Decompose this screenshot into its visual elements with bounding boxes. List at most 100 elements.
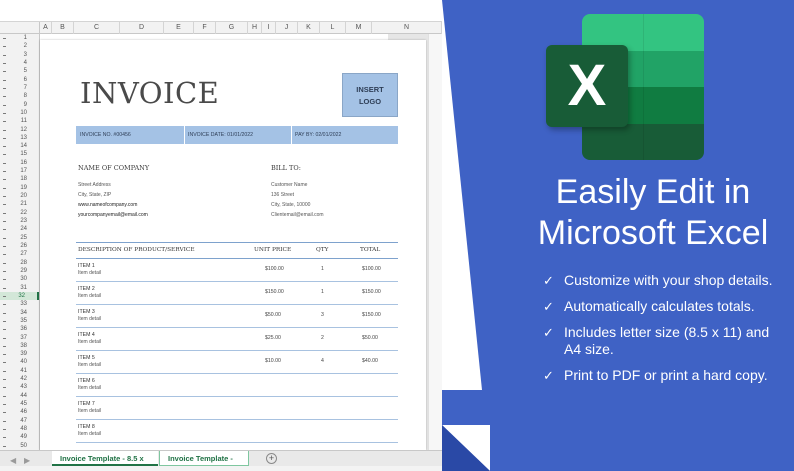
row-header[interactable]: 3 <box>24 51 27 59</box>
select-all-corner[interactable] <box>0 22 40 34</box>
row-header[interactable]: 43 <box>20 383 27 391</box>
row-header[interactable]: 12 <box>20 126 27 134</box>
customer-city[interactable]: City, State, 10000 <box>271 200 324 210</box>
outline-mark <box>3 196 6 198</box>
row-header[interactable]: 10 <box>20 109 27 117</box>
column-header[interactable]: B <box>52 22 74 34</box>
row-header[interactable]: 34 <box>20 309 27 317</box>
invoice-page: INVOICE INSERT LOGO INVOICE NO. #00456 I… <box>40 40 426 450</box>
tab-scroll-right-icon[interactable]: ▶ <box>24 456 30 465</box>
row-header[interactable]: 37 <box>20 334 27 342</box>
row-header[interactable]: 39 <box>20 350 27 358</box>
company-city[interactable]: City, State, ZIP <box>78 190 149 200</box>
column-header[interactable]: C <box>74 22 120 34</box>
row-header[interactable]: 2 <box>24 42 27 50</box>
row-header[interactable]: 7 <box>24 84 27 92</box>
column-header[interactable]: D <box>120 22 164 34</box>
row-header[interactable]: 8 <box>24 92 27 100</box>
table-row[interactable]: ITEM 3 Item detail $50.00 3 $150.00 <box>76 305 398 328</box>
company-name[interactable]: NAME OF COMPANY <box>78 164 149 172</box>
table-row[interactable]: ITEM 6 Item detail <box>76 374 398 397</box>
checkmark-icon: ✓ <box>543 368 554 383</box>
column-header[interactable]: E <box>164 22 194 34</box>
column-header[interactable]: J <box>276 22 298 34</box>
outline-mark <box>3 71 6 73</box>
vertical-scrollbar[interactable] <box>428 34 442 450</box>
table-row[interactable]: ITEM 1 Item detail $100.00 1 $100.00 <box>76 259 398 282</box>
row-header[interactable]: 48 <box>20 425 27 433</box>
customer-email[interactable]: Clientemail@email.com <box>271 210 324 220</box>
row-header[interactable]: 15 <box>20 150 27 158</box>
column-header[interactable]: A <box>40 22 52 34</box>
row-header[interactable]: 41 <box>20 367 27 375</box>
pay-by-date[interactable]: PAY BY: 02/01/2022 <box>293 126 341 144</box>
company-email[interactable]: yourcompanyemail@email.com <box>78 210 149 220</box>
row-header[interactable]: 13 <box>20 134 27 142</box>
row-header[interactable]: 27 <box>20 250 27 258</box>
table-row[interactable]: ITEM 5 Item detail $10.00 4 $40.00 <box>76 351 398 374</box>
table-row[interactable]: ITEM 7 Item detail <box>76 397 398 420</box>
invoice-number[interactable]: INVOICE NO. #00456 <box>78 126 131 144</box>
row-header[interactable]: 35 <box>20 317 27 325</box>
row-header[interactable]: 45 <box>20 400 27 408</box>
outline-mark <box>3 38 6 39</box>
row-header[interactable]: 5 <box>24 67 27 75</box>
row-header[interactable]: 20 <box>20 192 27 200</box>
row-header[interactable]: 14 <box>20 142 27 150</box>
column-header[interactable]: I <box>262 22 276 34</box>
row-header[interactable]: 25 <box>20 234 27 242</box>
row-header[interactable]: 44 <box>20 392 27 400</box>
row-header[interactable]: 33 <box>20 300 27 308</box>
column-header[interactable]: N <box>372 22 442 34</box>
row-header[interactable]: 30 <box>20 275 27 283</box>
row-header[interactable]: 49 <box>20 433 27 441</box>
row-header[interactable]: 11 <box>21 117 27 125</box>
row-header[interactable]: 23 <box>20 217 27 225</box>
outline-mark <box>3 87 6 89</box>
add-sheet-icon[interactable]: + <box>266 453 277 464</box>
row-header[interactable]: 21 <box>20 200 27 208</box>
row-header[interactable]: 42 <box>20 375 27 383</box>
row-header[interactable]: 29 <box>20 267 27 275</box>
row-header[interactable]: 6 <box>24 76 27 84</box>
table-row[interactable]: ITEM 2 Item detail $150.00 1 $150.00 <box>76 282 398 305</box>
row-header[interactable]: 28 <box>20 259 27 267</box>
column-header[interactable]: H <box>248 22 262 34</box>
row-header[interactable]: 46 <box>20 408 27 416</box>
row-header[interactable]: 17 <box>20 167 27 175</box>
sheet-tab-a4[interactable]: Invoice Template - A4 <box>159 451 249 471</box>
column-header[interactable]: G <box>216 22 248 34</box>
row-header[interactable]: 50 <box>20 442 27 450</box>
row-header[interactable]: 31 <box>20 284 27 292</box>
insert-logo-box[interactable]: INSERT LOGO <box>342 73 398 117</box>
row-header[interactable]: 38 <box>20 342 27 350</box>
column-header[interactable]: M <box>346 22 372 34</box>
row-header[interactable]: 40 <box>20 358 27 366</box>
customer-name[interactable]: Customer Name <box>271 180 324 190</box>
table-row[interactable]: ITEM 4 Item detail $25.00 2 $50.00 <box>76 328 398 351</box>
outline-mark <box>3 246 6 247</box>
company-website[interactable]: www.nameofcompany.com <box>78 200 149 210</box>
tab-scroll-left-icon[interactable]: ◀ <box>10 456 16 465</box>
column-header[interactable]: L <box>320 22 346 34</box>
table-row[interactable]: ITEM 8 Item detail <box>76 420 398 443</box>
row-header[interactable]: 24 <box>20 225 27 233</box>
row-header[interactable]: 4 <box>24 59 27 67</box>
row-header[interactable]: 19 <box>20 184 27 192</box>
row-header[interactable]: 1 <box>24 34 27 42</box>
company-address[interactable]: Street Address <box>78 180 149 190</box>
row-header[interactable]: 16 <box>20 159 27 167</box>
column-header[interactable]: K <box>298 22 320 34</box>
outline-mark <box>3 187 6 189</box>
row-header[interactable]: 26 <box>20 242 27 250</box>
row-header[interactable]: 18 <box>20 175 27 183</box>
column-header[interactable]: F <box>194 22 216 34</box>
row-header[interactable]: 47 <box>20 417 27 425</box>
invoice-date[interactable]: INVOICE DATE: 01/01/2022 <box>186 126 253 144</box>
sheet-tab-letter[interactable]: Invoice Template - 8.5 x 11 <box>52 451 158 471</box>
row-header[interactable]: 22 <box>20 209 27 217</box>
row-header[interactable]: 9 <box>24 101 27 109</box>
customer-street[interactable]: 136 Street <box>271 190 324 200</box>
outline-mark <box>3 420 6 422</box>
row-header[interactable]: 36 <box>20 325 27 333</box>
